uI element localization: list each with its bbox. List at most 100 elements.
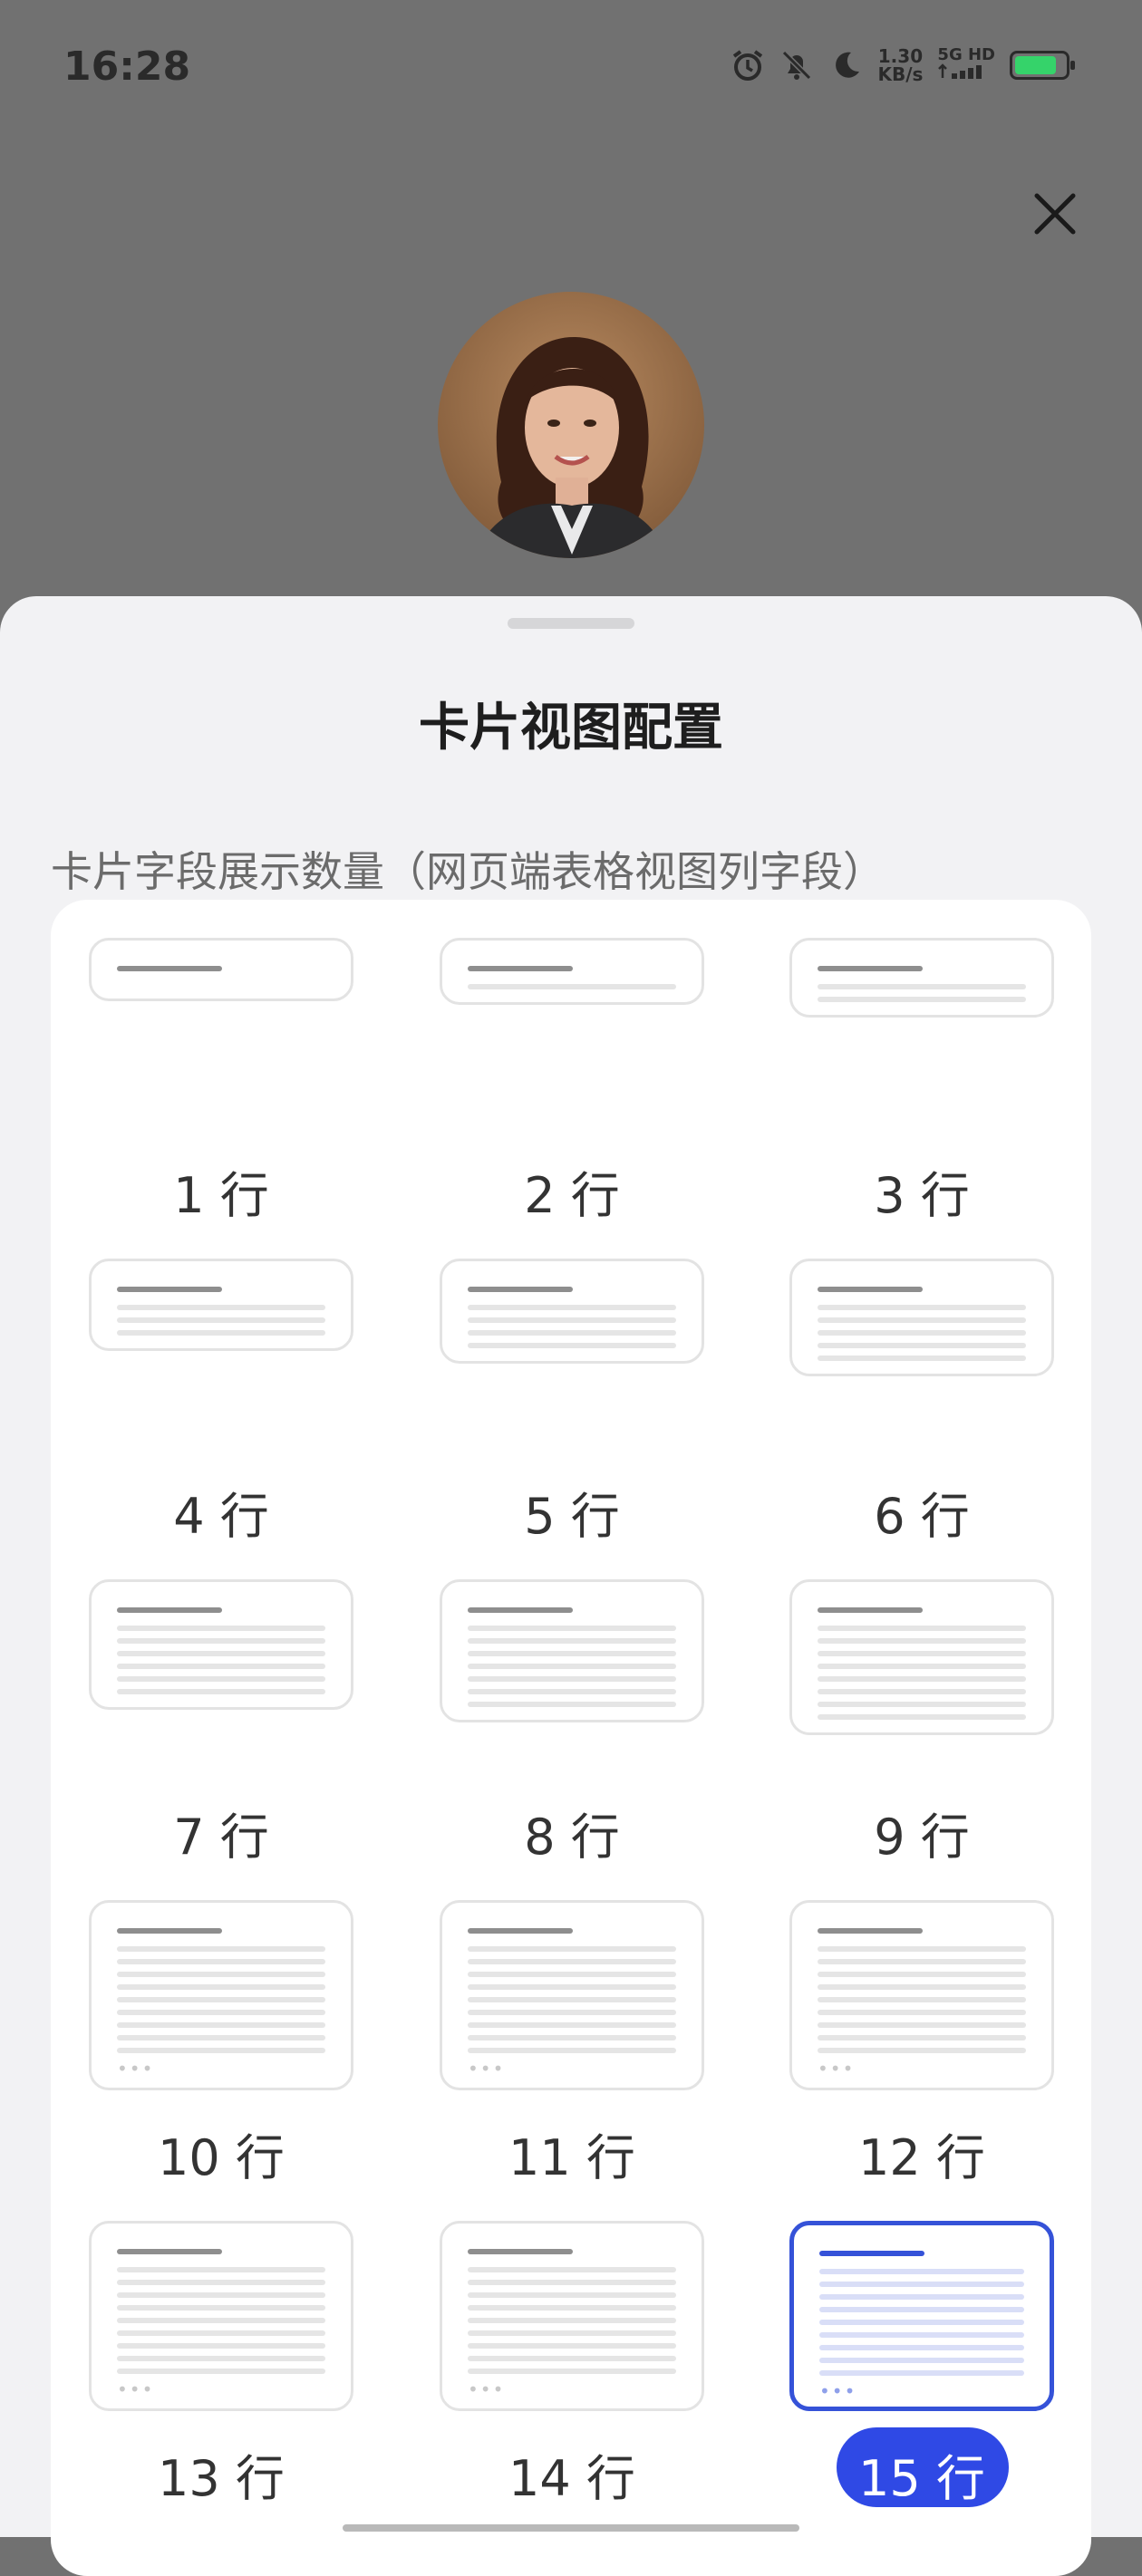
preview-field-line	[468, 1959, 676, 1964]
bottom-sheet: 卡片视图配置 卡片字段展示数量（网页端表格视图列字段） 1 行 2 行 3 行 4 行…	[0, 596, 1142, 2576]
preview-field-line	[117, 1676, 325, 1682]
status-time: 16:28	[63, 43, 191, 90]
preview-field-line	[818, 997, 1026, 1002]
preview-field-line	[117, 1997, 325, 2002]
preview-field-line	[818, 1972, 1026, 1977]
preview-field-line	[468, 2330, 676, 2336]
preview-field-line	[819, 2358, 1024, 2363]
status-bar: 16:28 1.30 KB/s 5G HD	[0, 0, 1142, 136]
row-option-label: 12 行	[858, 2129, 985, 2186]
preview-field-line	[117, 2048, 325, 2053]
preview-field-line	[117, 1689, 325, 1694]
preview-field-line	[117, 1651, 325, 1656]
row-option-preview	[440, 938, 704, 1005]
preview-field-line	[818, 1330, 1026, 1336]
preview-field-line	[818, 984, 1026, 989]
preview-field-line	[117, 2356, 325, 2361]
preview-field-line	[468, 1626, 676, 1631]
preview-field-line	[117, 1664, 325, 1669]
row-option-preview: •••	[89, 1900, 353, 2090]
sheet-title: 卡片视图配置	[419, 699, 723, 757]
preview-field-line	[818, 2022, 1026, 2028]
preview-field-line	[117, 1638, 325, 1644]
preview-field-line	[117, 1972, 325, 1977]
network-speed-unit: KB/s	[877, 63, 924, 85]
status-icons: 1.30 KB/s 5G HD	[731, 47, 1075, 83]
preview-field-line	[468, 2292, 676, 2298]
preview-more-dots: •••	[468, 2378, 506, 2400]
preview-more-dots: •••	[818, 2058, 856, 2079]
preview-field-line	[818, 1651, 1026, 1656]
preview-field-line	[468, 2356, 676, 2361]
preview-field-line	[468, 1984, 676, 1990]
preview-field-line	[818, 1664, 1026, 1669]
preview-field-line	[117, 2343, 325, 2349]
row-option-preview: •••	[440, 1900, 704, 2090]
preview-field-line	[468, 1330, 676, 1336]
preview-more-dots: •••	[117, 2378, 155, 2400]
preview-field-line	[117, 2280, 325, 2285]
preview-field-line	[117, 2267, 325, 2272]
preview-field-line	[117, 1305, 325, 1310]
preview-field-line	[819, 2345, 1024, 2350]
row-option-label: 15 行	[858, 2450, 985, 2507]
preview-field-line	[818, 1959, 1026, 1964]
row-option-preview	[789, 1579, 1054, 1735]
close-button[interactable]	[1019, 178, 1091, 250]
preview-title-line	[818, 1287, 923, 1292]
preview-field-line	[819, 2282, 1024, 2287]
preview-field-line	[818, 1305, 1026, 1310]
network-speed: 1.30 KB/s	[877, 47, 923, 83]
preview-field-line	[468, 1317, 676, 1323]
preview-field-line	[819, 2294, 1024, 2300]
preview-field-line	[819, 2307, 1024, 2312]
preview-title-line	[819, 2251, 924, 2256]
preview-field-line	[468, 1997, 676, 2002]
preview-field-line	[818, 1702, 1026, 1707]
preview-field-line	[468, 2048, 676, 2053]
battery-icon	[1010, 51, 1075, 80]
preview-field-line	[117, 1984, 325, 1990]
preview-field-line	[468, 2369, 676, 2374]
preview-field-line	[117, 1317, 325, 1323]
preview-title-line	[468, 2249, 573, 2254]
home-indicator[interactable]	[343, 2524, 799, 2532]
preview-field-line	[818, 1984, 1026, 1990]
drag-handle[interactable]	[508, 618, 634, 629]
preview-field-line	[818, 1946, 1026, 1952]
preview-field-line	[819, 2269, 1024, 2274]
row-option-preview	[89, 1579, 353, 1710]
row-option-preview: •••	[440, 2221, 704, 2411]
row-option-label: 14 行	[508, 2450, 635, 2507]
preview-field-line	[468, 1689, 676, 1694]
row-option-preview: •••	[89, 2221, 353, 2411]
alarm-icon	[731, 48, 765, 82]
avatar[interactable]	[438, 292, 704, 558]
preview-title-line	[117, 966, 222, 971]
preview-field-line	[468, 1651, 676, 1656]
row-option-preview: •••	[789, 2221, 1054, 2411]
preview-field-line	[117, 2292, 325, 2298]
row-option-label: 1 行	[173, 1167, 269, 1224]
mute-bell-icon	[779, 48, 814, 82]
network-type: 5G HD	[937, 45, 995, 64]
preview-title-line	[468, 1928, 573, 1934]
preview-field-line	[468, 2280, 676, 2285]
preview-field-line	[117, 2035, 325, 2041]
network-indicator: 5G HD	[937, 47, 995, 83]
row-option-label: 2 行	[524, 1167, 620, 1224]
preview-field-line	[117, 1959, 325, 1964]
preview-title-line	[818, 1607, 923, 1613]
preview-field-line	[818, 1317, 1026, 1323]
row-option-preview	[89, 938, 353, 1001]
preview-field-line	[117, 2022, 325, 2028]
preview-field-line	[819, 2370, 1024, 2376]
signal-icon	[938, 63, 982, 79]
preview-title-line	[117, 1607, 222, 1613]
preview-field-line	[818, 1676, 1026, 1682]
preview-title-line	[117, 1287, 222, 1292]
row-option-label: 3 行	[874, 1167, 970, 1224]
preview-field-line	[468, 2267, 676, 2272]
row-option-label: 5 行	[524, 1488, 620, 1545]
preview-title-line	[468, 1607, 573, 1613]
